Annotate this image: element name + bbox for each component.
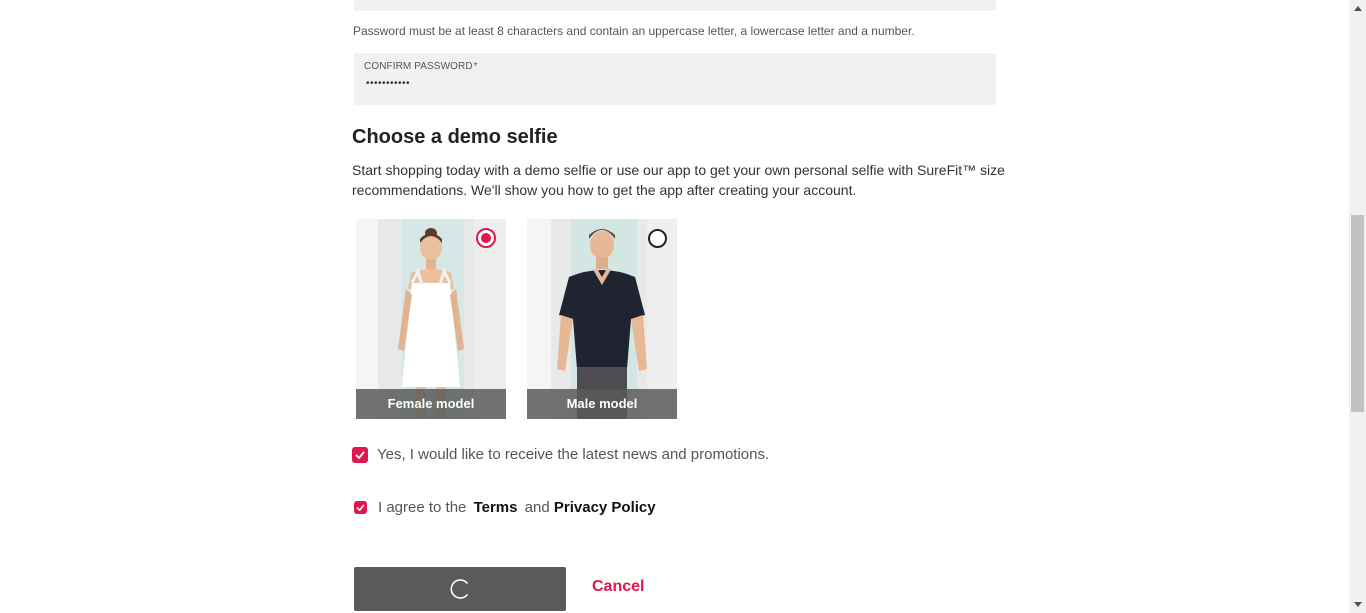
demo-selfie-description: Start shopping today with a demo selfie … [352,162,1005,198]
confirm-password-label: CONFIRM PASSWORD* [364,61,478,72]
scrollbar-thumb[interactable] [1351,215,1364,412]
terms-checkbox[interactable] [354,501,367,514]
scroll-down-icon[interactable] [1349,596,1366,613]
required-mark: * [473,61,478,72]
confirm-password-label-text: CONFIRM PASSWORD [364,61,473,72]
terms-prefix: I agree to the [378,499,467,516]
confirm-password-value[interactable]: ••••••••••• [366,78,410,89]
terms-conjunction: and [524,499,550,516]
male-model-card[interactable]: Male model [527,219,677,419]
female-model-label: Female model [356,389,506,419]
demo-selfie-title: Choose a demo selfie [352,126,558,148]
scrollbar[interactable] [1349,0,1366,613]
create-account-button[interactable] [354,567,566,611]
news-opt-in-label: Yes, I would like to receive the latest … [377,446,770,463]
male-model-radio[interactable] [648,229,667,248]
terms-label: I agree to the Terms and Privacy Policy [378,499,656,516]
scroll-up-icon[interactable] [1349,0,1366,17]
checkmark-icon [356,504,365,511]
password-hint: Password must be at least 8 characters a… [353,24,915,38]
male-model-label: Male model [527,389,677,419]
privacy-policy-link[interactable]: Privacy Policy [554,499,656,516]
checkmark-icon [355,450,365,459]
news-opt-in-row: Yes, I would like to receive the latest … [352,446,769,463]
terms-row: I agree to the Terms and Privacy Policy [352,499,656,516]
female-model-radio[interactable] [476,228,496,248]
female-model-card[interactable]: Female model [356,219,506,419]
loading-spinner-icon [450,579,468,599]
terms-link[interactable]: Terms [474,499,518,516]
password-field[interactable] [354,0,996,11]
news-opt-in-checkbox[interactable] [352,446,368,463]
confirm-password-field[interactable]: CONFIRM PASSWORD* ••••••••••• [354,53,996,105]
cancel-link[interactable]: Cancel [592,578,644,596]
